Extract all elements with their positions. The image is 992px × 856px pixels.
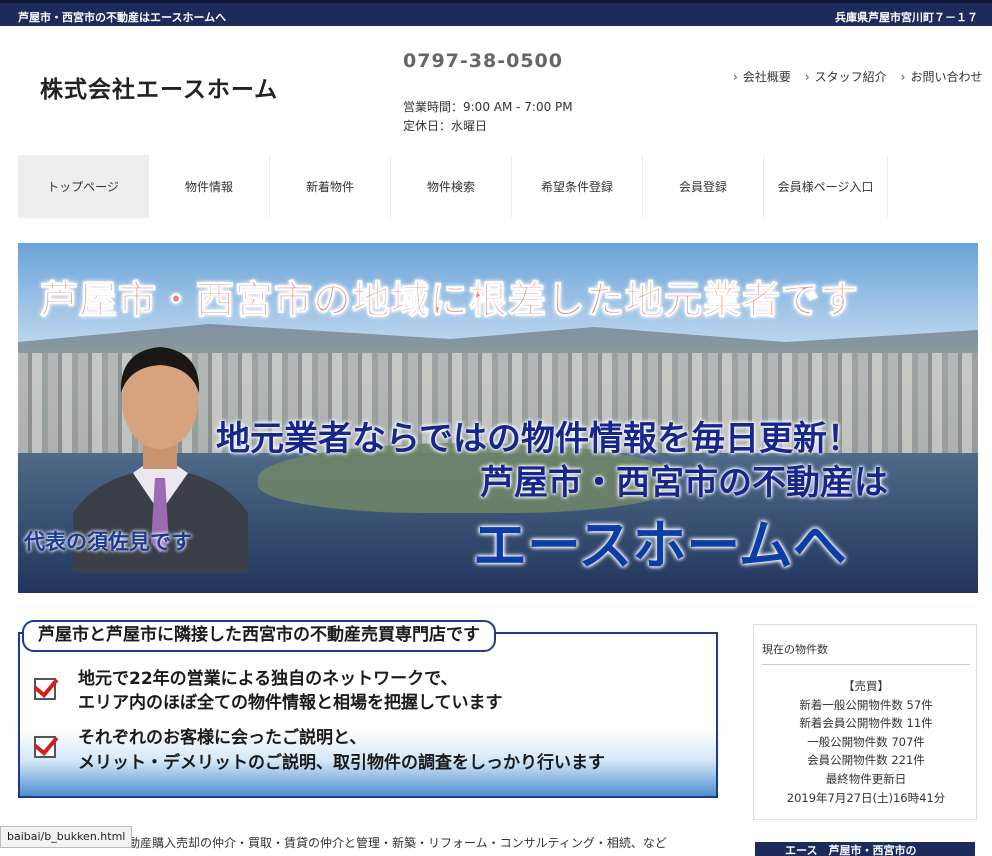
nav-item-properties[interactable]: 物件情報	[149, 155, 270, 218]
check-icon	[34, 678, 56, 700]
nav-item-member-register[interactable]: 会員登録	[643, 155, 764, 218]
property-count-widget: 現在の物件数 【売買】 新着一般公開物件数 57件 新着会員公開物件数 11件 …	[753, 624, 977, 820]
company-address: 兵庫県芦屋市宮川町７－１７	[835, 11, 978, 24]
count-line: 新着一般公開物件数 57件	[799, 697, 933, 712]
company-profile-link[interactable]: 会社概要	[733, 70, 791, 84]
widget-title: 現在の物件数	[762, 643, 828, 656]
nav-item-top[interactable]: トップページ	[18, 155, 149, 218]
site-tagline: 芦屋市・西宮市の不動産はエースホームへ	[18, 11, 227, 24]
banner-line-1: 地元業者ならではの物件情報を毎日更新！	[216, 419, 861, 459]
hours-text: 営業時間：9:00 AM - 7:00 PM	[403, 100, 573, 114]
top-bar: 芦屋市・西宮市の不動産はエースホームへ 兵庫県芦屋市宮川町７－１７	[0, 0, 992, 26]
promo-box: 芦屋市と芦屋市に隣接した西宮市の不動産売買専門店です 地元で22年の営業による独…	[18, 620, 720, 800]
phone-number: 0797-38-0500	[403, 50, 563, 72]
promo-frame	[18, 632, 718, 798]
nav-item-wish-register[interactable]: 希望条件登録	[512, 155, 643, 218]
check-icon	[34, 736, 56, 758]
banner-caption: 代表の須佐見です	[24, 530, 192, 554]
staff-link[interactable]: スタッフ紹介	[805, 70, 887, 84]
hero-banner: 芦屋市・西宮市の地域に根差した地元業者です 地元業者ならではの物件情報を毎日更新…	[18, 243, 978, 593]
count-line: 一般公開物件数 707件	[807, 734, 925, 749]
nav-item-new-properties[interactable]: 新着物件	[270, 155, 391, 218]
nav-item-search[interactable]: 物件検索	[391, 155, 512, 218]
count-line: 会員公開物件数 221件	[807, 753, 925, 768]
banner-headline: 芦屋市・西宮市の地域に根差した地元業者です	[39, 278, 860, 323]
header-links: 会社概要スタッフ紹介お問い合わせ	[733, 68, 992, 85]
count-line: 最終物件更新日	[825, 771, 907, 786]
promo-point-1-line-1: 地元で22年の営業による独自のネットワークで、	[78, 669, 458, 689]
company-logo-text[interactable]: 株式会社エースホーム	[40, 70, 278, 104]
count-line: 【売買】	[843, 679, 889, 693]
business-hours: 営業時間：9:00 AM - 7:00 PM 定休日：水曜日	[403, 98, 573, 136]
promo-point-1-line-2: エリア内のほぼ全ての物件情報と相場を把握しています	[78, 693, 503, 713]
main-nav: トップページ 物件情報 新着物件 物件検索 希望条件登録 会員登録 会員様ページ…	[18, 155, 973, 218]
property-count-list: 【売買】 新着一般公開物件数 57件 新着会員公開物件数 11件 一般公開物件数…	[754, 677, 978, 807]
count-line: 2019年7月27日(土)16時41分	[786, 790, 946, 805]
nav-item-member-page[interactable]: 会員様ページ入口	[764, 155, 888, 218]
status-bar-url: baibai/b_bukken.html	[0, 826, 133, 848]
promo-heading: 芦屋市と芦屋市に隣接した西宮市の不動産売買専門店です	[22, 620, 496, 652]
banner-line-2: 芦屋市・西宮市の不動産は	[480, 463, 888, 503]
banner-line-3: エースホームへ	[473, 514, 847, 577]
promo-point-2-line-1: それぞれのお客様に会ったご説明と、	[78, 728, 367, 748]
contact-link[interactable]: お問い合わせ	[901, 70, 983, 84]
sidebar-banner-text: エース 芦屋市・西宮市の	[785, 844, 917, 856]
promo-point-2-line-2: メリット・デメリットのご説明、取引物件の調査をしっかり行います	[78, 753, 605, 773]
widget-divider	[762, 664, 970, 665]
count-line: 新着会員公開物件数 11件	[799, 716, 933, 731]
business-description: 動産購入売却の仲介・買取・賃貸の仲介と管理・新築・リフォーム・コンサルティング・…	[128, 836, 667, 850]
closed-day-text: 定休日：水曜日	[403, 119, 488, 133]
